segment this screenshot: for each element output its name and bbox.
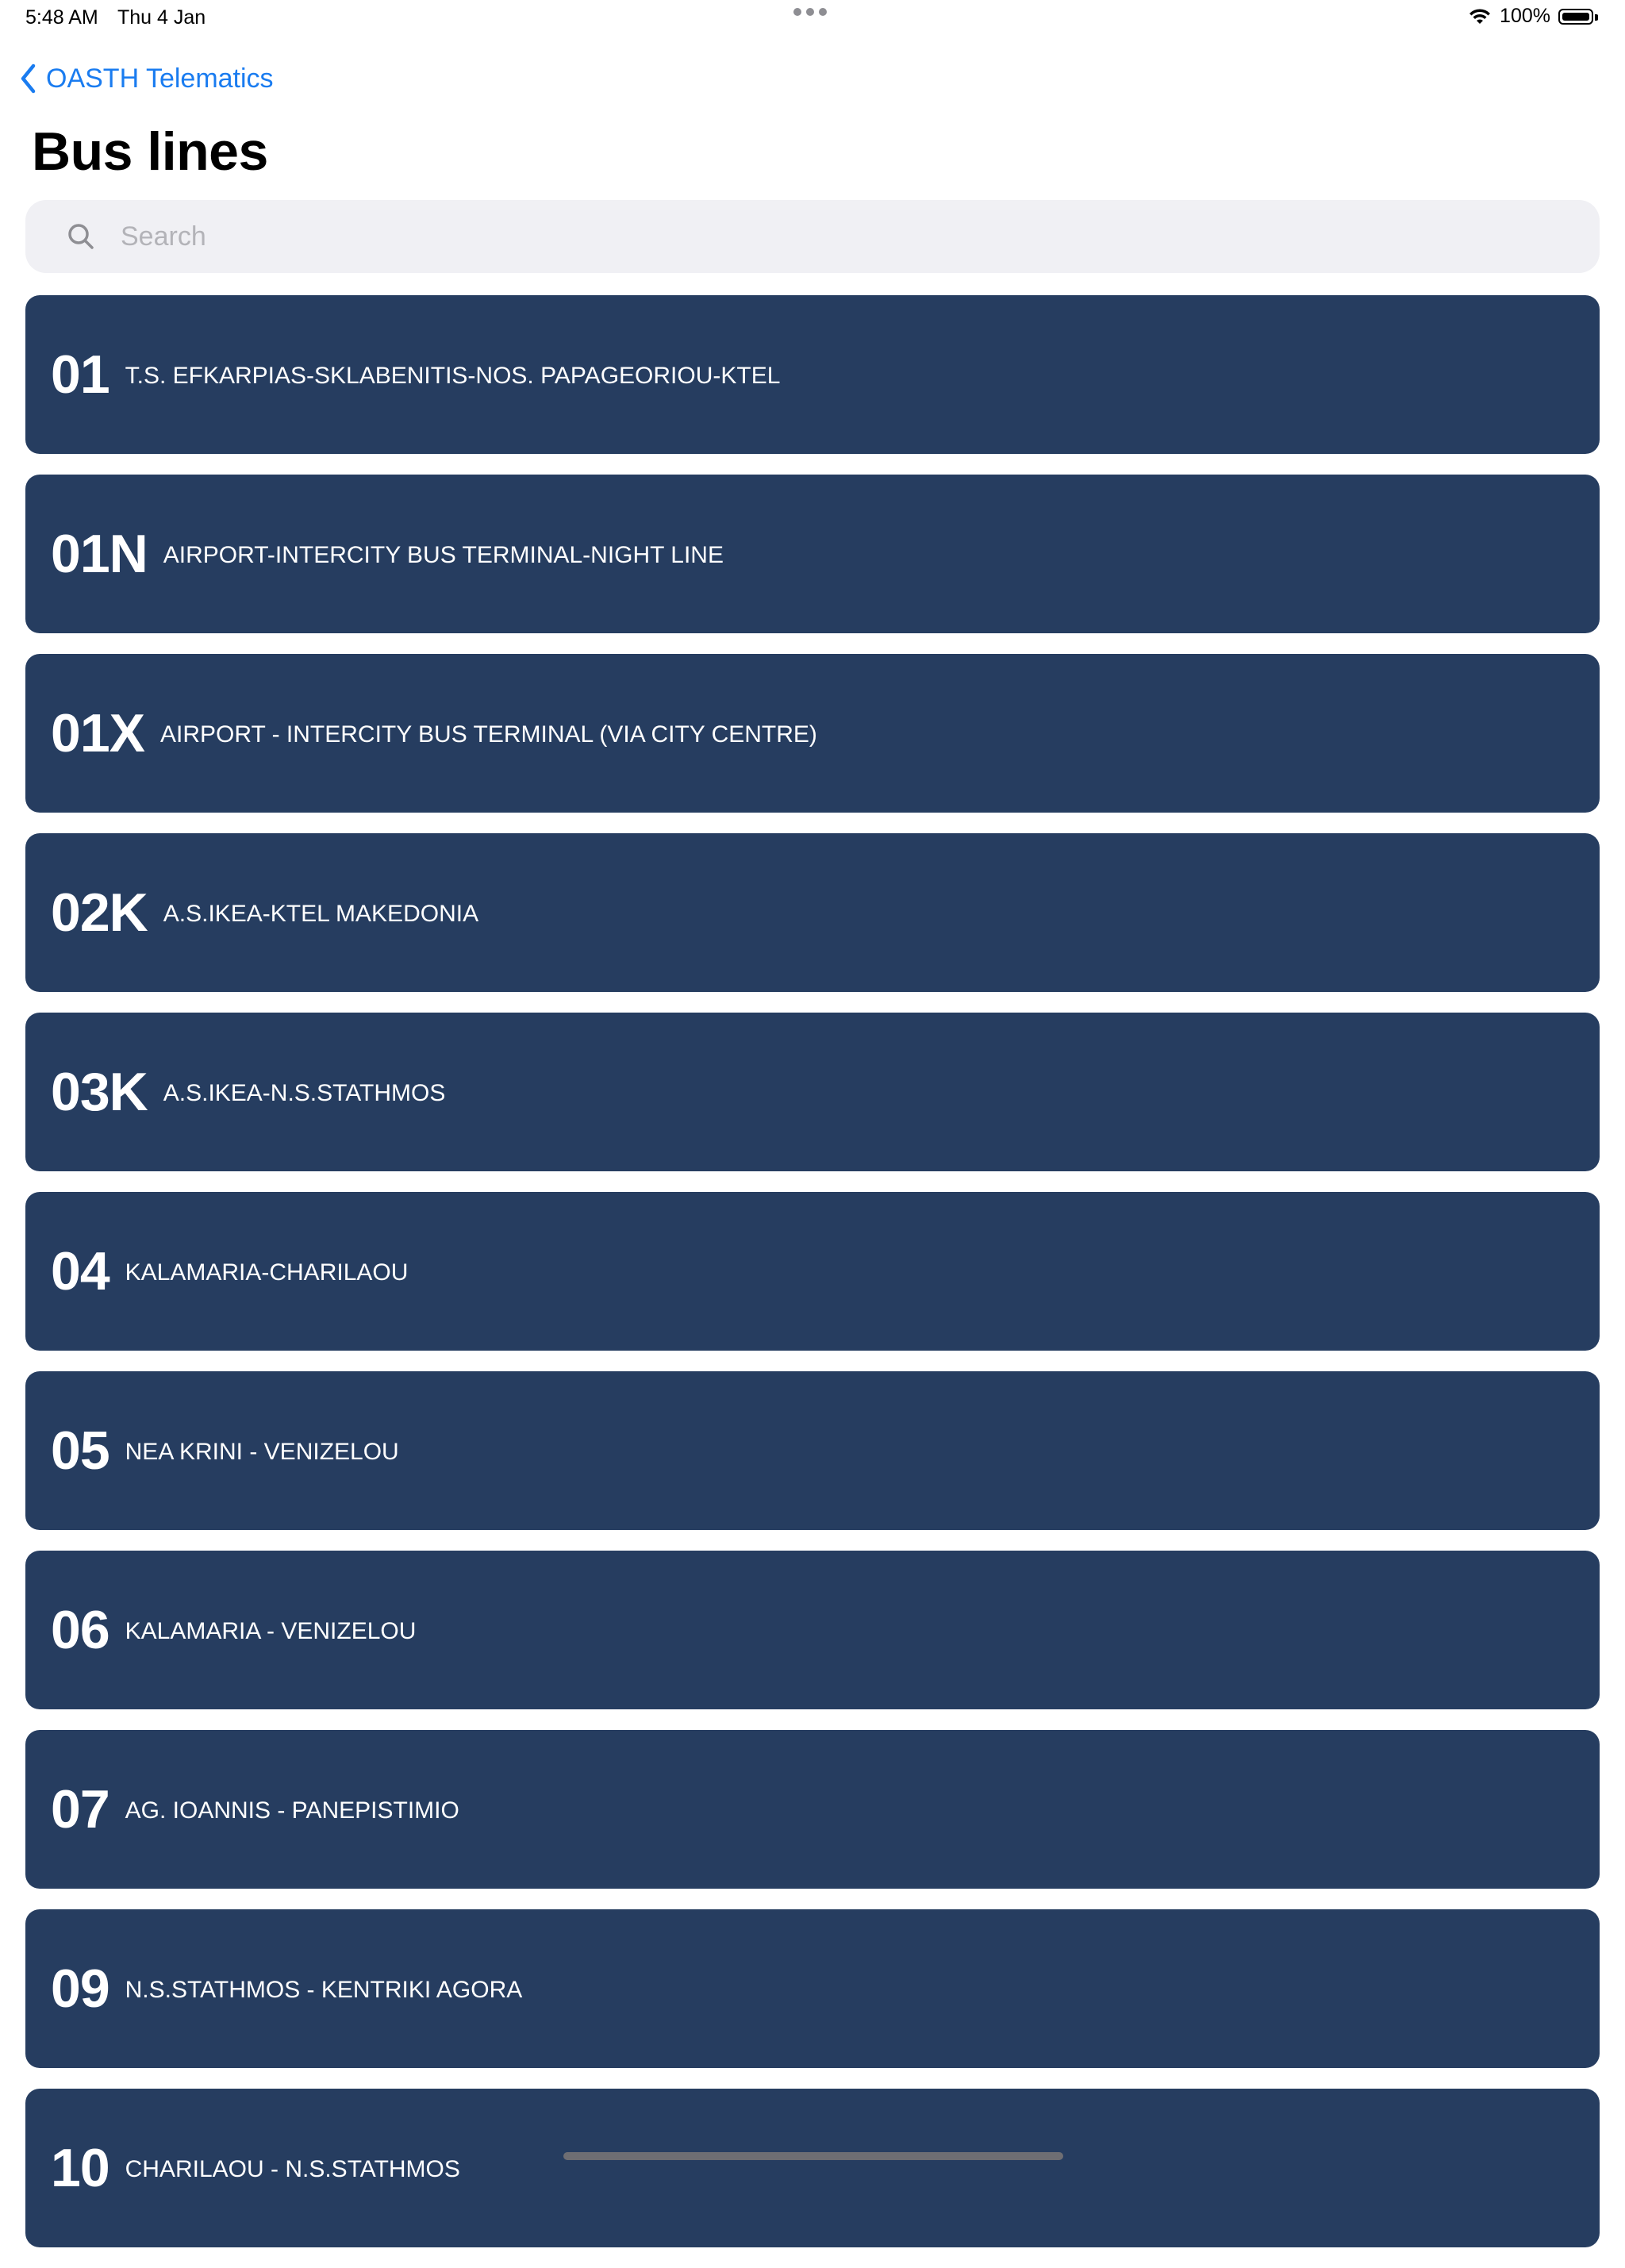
line-name: N.S.STATHMOS - KENTRIKI AGORA [125,1977,523,2003]
bus-line-03k[interactable]: 03K A.S.IKEA-N.S.STATHMOS [25,1013,1600,1171]
line-number: 04 [51,1241,110,1301]
bus-line-01x[interactable]: 01X AIRPORT - INTERCITY BUS TERMINAL (VI… [25,654,1600,813]
line-number: 10 [51,2138,110,2198]
wifi-icon [1469,8,1491,24]
search-bar[interactable] [25,200,1600,273]
line-number: 02K [51,882,148,943]
bus-line-04[interactable]: 04 KALAMARIA-CHARILAOU [25,1192,1600,1351]
bus-line-02k[interactable]: 02K A.S.IKEA-KTEL MAKEDONIA [25,833,1600,992]
line-name: CHARILAOU - N.S.STATHMOS [125,2156,460,2182]
bus-line-list: 01 T.S. EFKARPIAS-SKLABENITIS-NOS. PAPAG… [25,295,1600,2268]
line-name: AIRPORT - INTERCITY BUS TERMINAL (VIA CI… [160,721,817,748]
bus-line-10[interactable]: 10 CHARILAOU - N.S.STATHMOS [25,2089,1600,2247]
bus-line-09[interactable]: 09 N.S.STATHMOS - KENTRIKI AGORA [25,1909,1600,2068]
line-number: 09 [51,1959,110,2019]
bus-line-05[interactable]: 05 NEA KRINI - VENIZELOU [25,1371,1600,1530]
line-number: 01 [51,344,110,405]
line-name: A.S.IKEA-KTEL MAKEDONIA [163,901,479,927]
home-indicator[interactable] [563,2152,1063,2160]
search-input[interactable] [119,212,1550,261]
bus-line-07[interactable]: 07 AG. IOANNIS - PANEPISTIMIO [25,1730,1600,1889]
bus-line-01[interactable]: 01 T.S. EFKARPIAS-SKLABENITIS-NOS. PAPAG… [25,295,1600,454]
line-name: AG. IOANNIS - PANEPISTIMIO [125,1797,459,1824]
multitasking-dots-icon[interactable] [793,8,827,16]
back-button-label: OASTH Telematics [46,63,274,94]
bus-line-06[interactable]: 06 KALAMARIA - VENIZELOU [25,1551,1600,1709]
line-number: 05 [51,1420,110,1481]
battery-percentage: 100% [1500,5,1550,27]
line-name: AIRPORT-INTERCITY BUS TERMINAL-NIGHT LIN… [163,542,724,568]
bus-line-01n[interactable]: 01N AIRPORT-INTERCITY BUS TERMINAL-NIGHT… [25,475,1600,633]
page-title: Bus lines [32,121,268,182]
line-name: A.S.IKEA-N.S.STATHMOS [163,1080,446,1106]
battery-icon [1558,7,1600,26]
status-indicators: 100% [1468,5,1600,28]
line-name: KALAMARIA - VENIZELOU [125,1618,417,1644]
line-name: KALAMARIA-CHARILAOU [125,1259,409,1286]
line-number: 03K [51,1062,148,1122]
line-number: 07 [51,1779,110,1839]
line-number: 01X [51,703,145,763]
line-number: 06 [51,1600,110,1660]
line-name: T.S. EFKARPIAS-SKLABENITIS-NOS. PAPAGEOR… [125,363,781,389]
search-icon [68,224,94,249]
line-number: 01N [51,524,148,584]
status-bar: 5:48 AM Thu 4 Jan 100% [0,0,1625,38]
status-time: 5:48 AM [25,6,98,29]
chevron-left-icon [21,63,36,94]
line-name: NEA KRINI - VENIZELOU [125,1439,399,1465]
status-date: Thu 4 Jan [117,6,206,29]
back-button[interactable]: OASTH Telematics [19,59,274,98]
